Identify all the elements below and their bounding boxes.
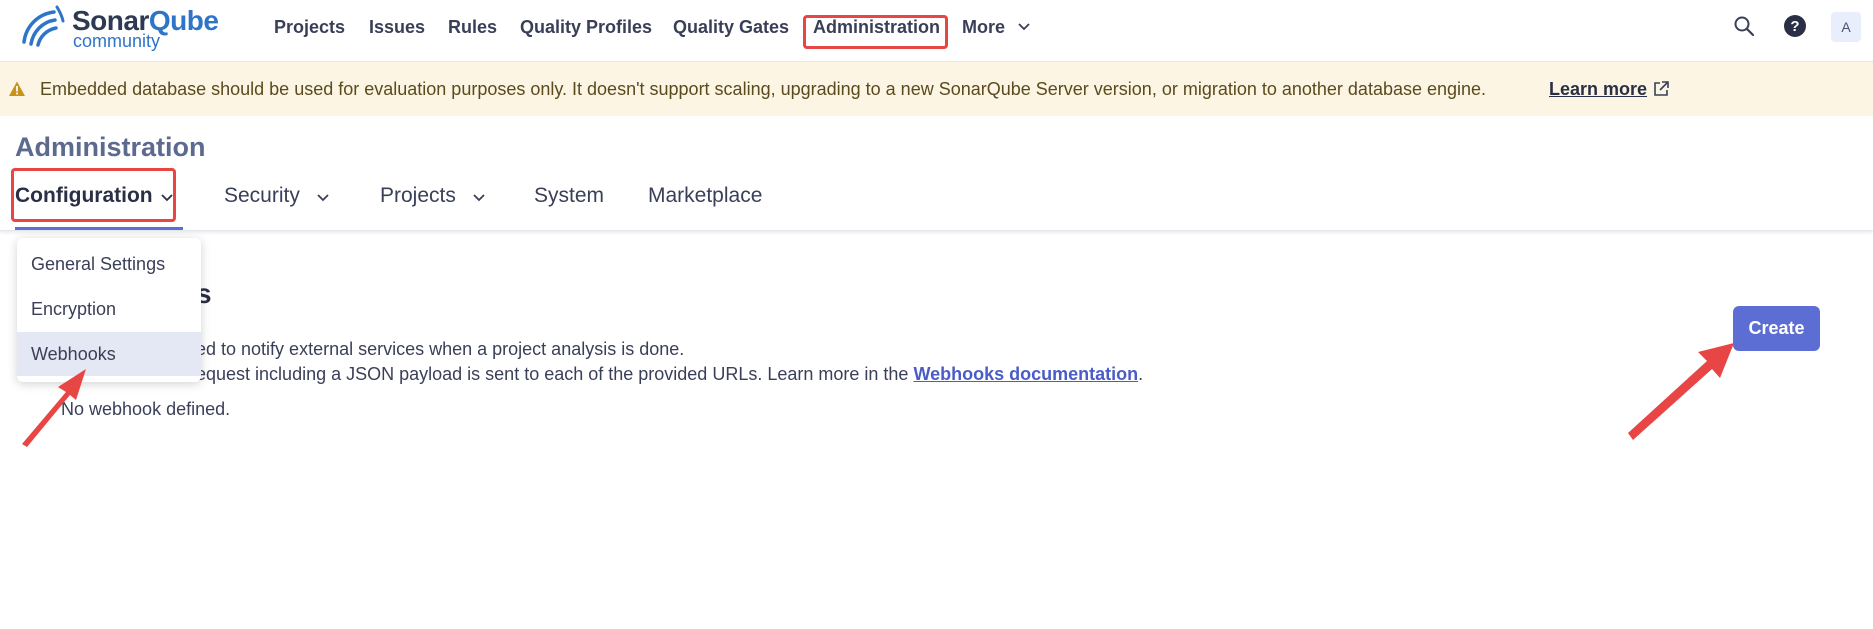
arrow-to-create-button: [1628, 343, 1734, 440]
arrow-to-webhooks: [22, 369, 86, 447]
annotation-arrows: [22, 343, 1734, 447]
